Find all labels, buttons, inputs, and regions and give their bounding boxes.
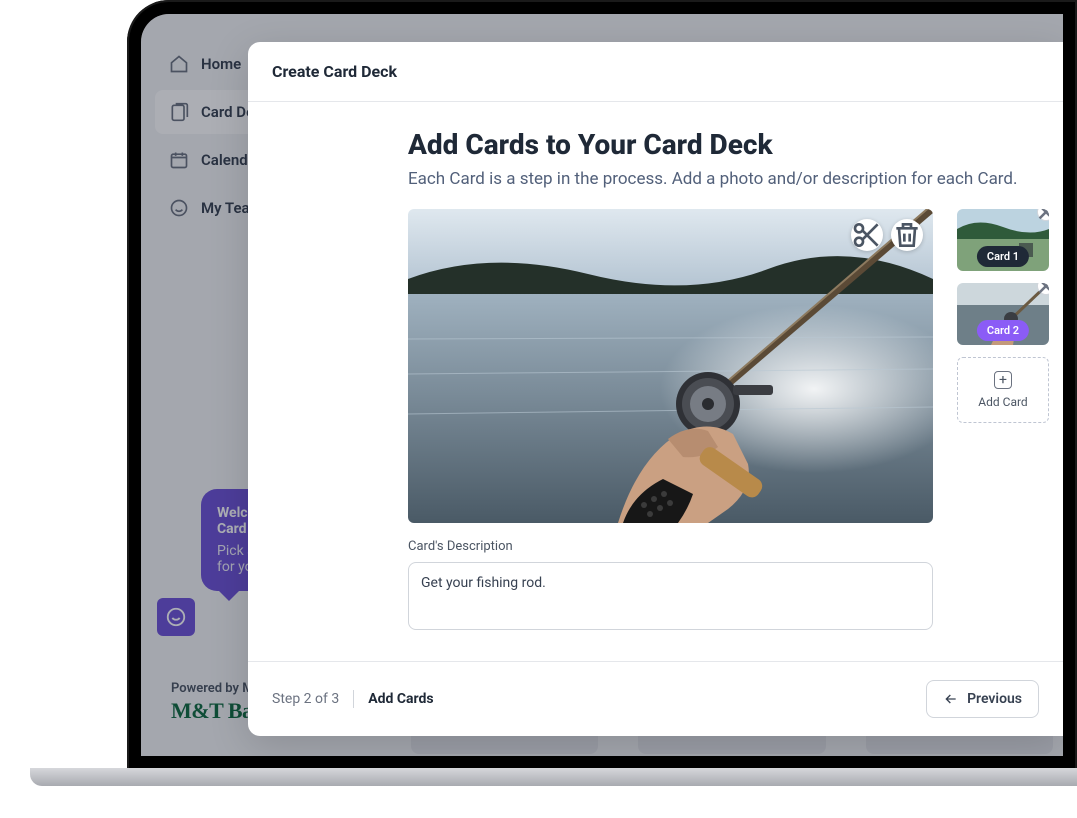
add-card-label: Add Card <box>978 395 1027 409</box>
step-name: Add Cards <box>368 691 433 707</box>
calendar-icon <box>169 150 189 170</box>
chat-face-icon <box>165 606 187 628</box>
delete-image-button[interactable] <box>891 219 923 251</box>
card-main-image[interactable] <box>408 209 933 523</box>
thumb-label: Card 2 <box>977 320 1029 341</box>
crop-image-button[interactable] <box>851 219 883 251</box>
page-title: Add Cards to Your Card Deck <box>408 128 1039 161</box>
remove-card-2-button[interactable] <box>1037 283 1049 295</box>
chat-launcher[interactable] <box>157 598 195 636</box>
previous-button[interactable]: Previous <box>926 680 1039 718</box>
powered-by-text: Powered by M <box>171 681 254 696</box>
cards-icon <box>169 102 189 122</box>
arrow-left-icon <box>943 691 959 707</box>
thumb-label: Card 1 <box>977 246 1029 267</box>
smile-icon <box>169 198 189 218</box>
plus-icon: + <box>994 371 1012 389</box>
create-card-deck-modal: Create Card Deck Add Cards to Your Card … <box>248 42 1063 736</box>
close-icon <box>1038 283 1049 294</box>
description-label: Card's Description <box>408 539 933 554</box>
previous-label: Previous <box>967 691 1022 707</box>
page-subtitle: Each Card is a step in the process. Add … <box>408 169 1039 189</box>
card-thumb-2[interactable]: Card 2 <box>957 283 1049 345</box>
step-counter: Step 2 of 3 <box>272 691 339 707</box>
modal-title: Create Card Deck <box>248 42 1063 102</box>
fishing-photo-placeholder <box>408 209 933 523</box>
card-thumb-1[interactable]: Card 1 <box>957 209 1049 271</box>
add-card-button[interactable]: + Add Card <box>957 357 1049 423</box>
home-icon <box>169 54 189 74</box>
laptop-base <box>30 768 1077 786</box>
close-icon <box>1038 209 1049 220</box>
scissors-icon <box>851 219 883 251</box>
trash-icon <box>891 219 923 251</box>
card-thumbnails: Card 1 <box>957 209 1049 423</box>
remove-card-1-button[interactable] <box>1037 209 1049 221</box>
sidebar-item-label: Home <box>201 55 241 73</box>
card-description-input[interactable] <box>408 562 933 630</box>
